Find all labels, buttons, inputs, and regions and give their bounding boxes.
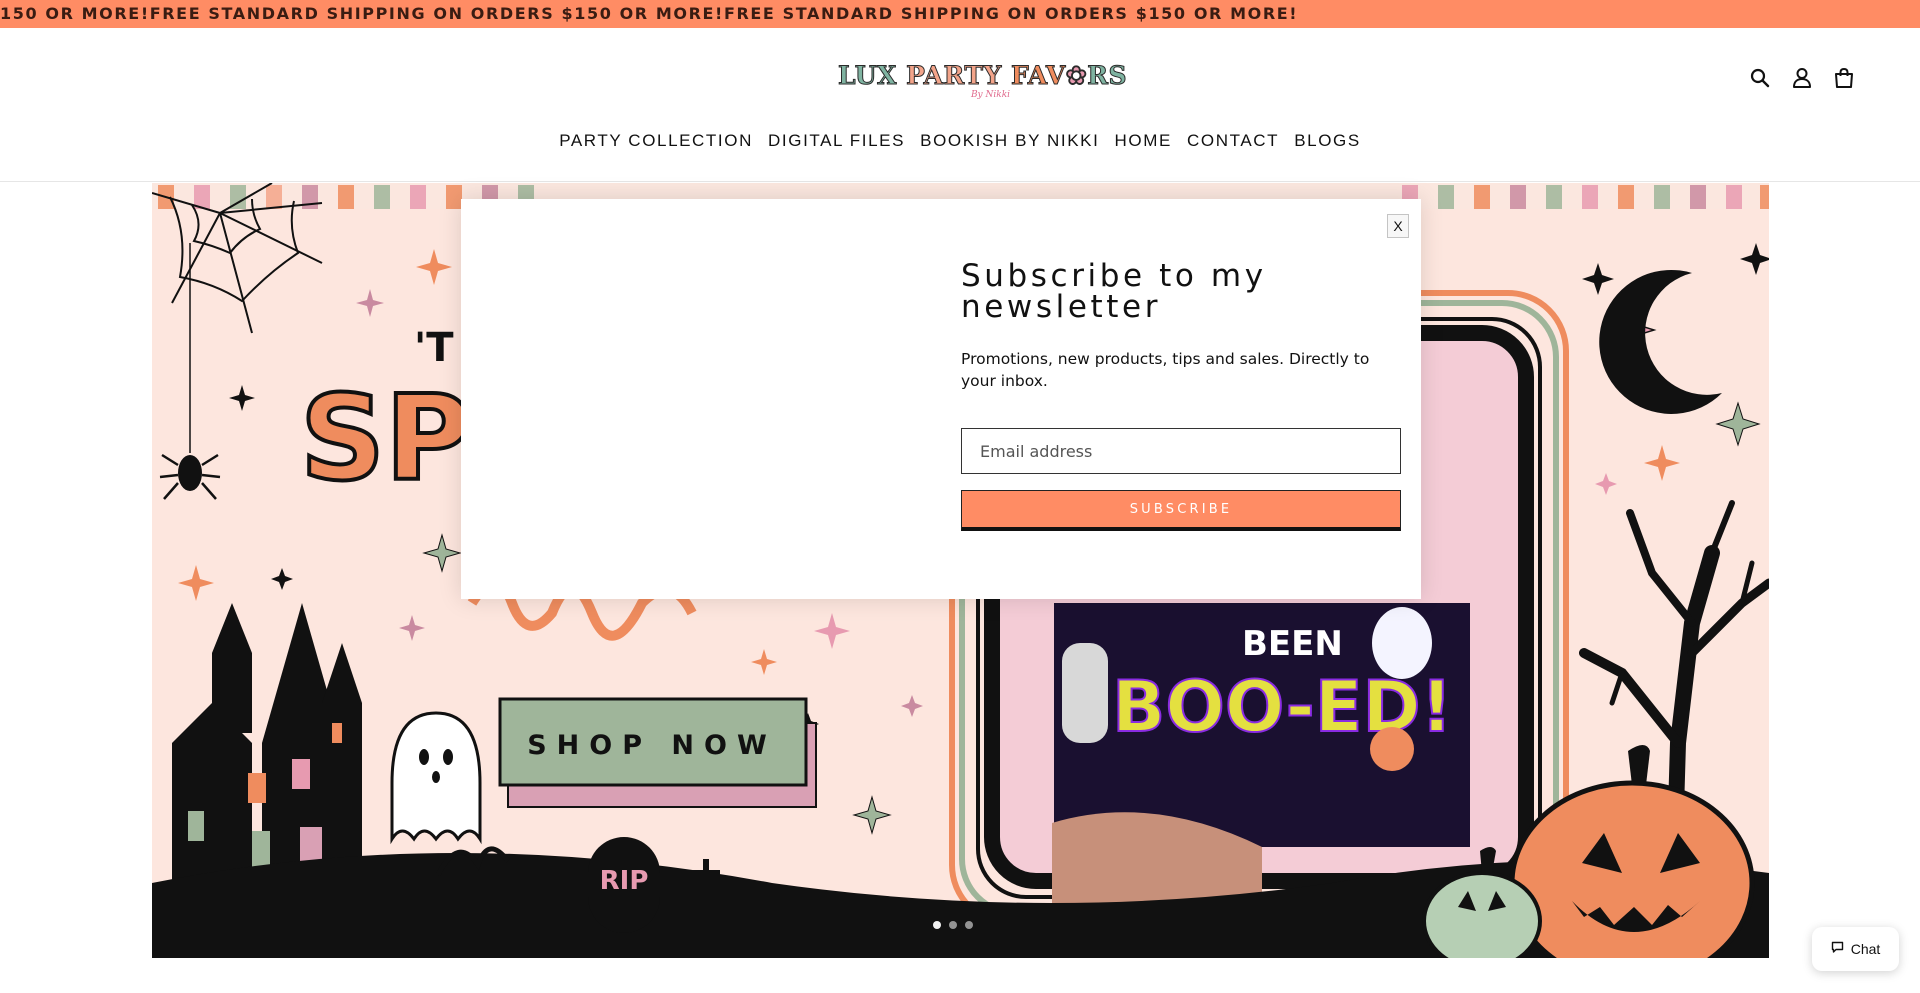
announcement-bar: 150 OR MORE!FREE STANDARD SHIPPING ON OR… xyxy=(0,0,1920,28)
chat-button[interactable]: Chat xyxy=(1812,927,1899,971)
close-button[interactable]: X xyxy=(1387,214,1409,238)
search-icon[interactable] xyxy=(1748,66,1772,90)
logo[interactable]: LUX PARTY FAV✿RS By Nikki xyxy=(837,61,1128,104)
hero-headline-fragment-large: SP xyxy=(300,369,471,507)
slide-dot-3[interactable] xyxy=(965,921,973,929)
card-text-been: BEEN xyxy=(1242,624,1343,664)
logo-subtext: By Nikki xyxy=(970,90,1011,100)
newsletter-modal: X Subscribe to my newsletter Promotions,… xyxy=(461,199,1421,599)
announcement-text: 150 OR MORE!FREE STANDARD SHIPPING ON OR… xyxy=(0,4,1299,23)
shop-now-button[interactable]: SHOP NOW xyxy=(498,697,817,808)
chat-bubble-icon xyxy=(1831,941,1844,957)
nav-item-digital-files[interactable]: DIGITAL FILES xyxy=(766,128,907,154)
account-icon[interactable] xyxy=(1790,66,1814,90)
modal-heading: Subscribe to my newsletter xyxy=(961,258,1267,325)
nav-item-home[interactable]: HOME xyxy=(1113,128,1174,154)
main-nav: PARTY COLLECTION DIGITAL FILES BOOKISH B… xyxy=(0,128,1920,154)
subscribe-button[interactable]: SUBSCRIBE xyxy=(961,490,1401,531)
slide-dot-1[interactable] xyxy=(933,921,941,929)
nav-item-party-collection[interactable]: PARTY COLLECTION xyxy=(557,128,755,154)
shop-now-label: SHOP NOW xyxy=(527,730,777,761)
nav-item-bookish-by-nikki[interactable]: BOOKISH BY NIKKI xyxy=(918,128,1101,154)
site-header: LUX PARTY FAV✿RS By Nikki PARTY COLLECTI… xyxy=(0,28,1920,182)
hero-headline-fragment-small: 'T xyxy=(414,325,454,371)
nav-item-contact[interactable]: CONTACT xyxy=(1185,128,1281,154)
modal-body-text: Promotions, new products, tips and sales… xyxy=(961,350,1370,390)
email-input[interactable] xyxy=(961,428,1401,474)
header-icons xyxy=(1748,66,1856,90)
nav-item-blogs[interactable]: BLOGS xyxy=(1292,128,1363,154)
slide-dot-2[interactable] xyxy=(949,921,957,929)
pumpkin-sticker xyxy=(1370,727,1414,771)
skeleton-sticker xyxy=(1062,643,1108,743)
cart-icon[interactable] xyxy=(1832,66,1856,90)
chat-label: Chat xyxy=(1850,941,1881,957)
logo-text: LUX PARTY FAV✿RS xyxy=(837,61,1128,90)
ghost-sticker xyxy=(1372,607,1432,679)
slide-dots xyxy=(933,921,973,929)
ghost-icon xyxy=(390,711,482,845)
tombstone-text: RIP xyxy=(600,866,649,896)
